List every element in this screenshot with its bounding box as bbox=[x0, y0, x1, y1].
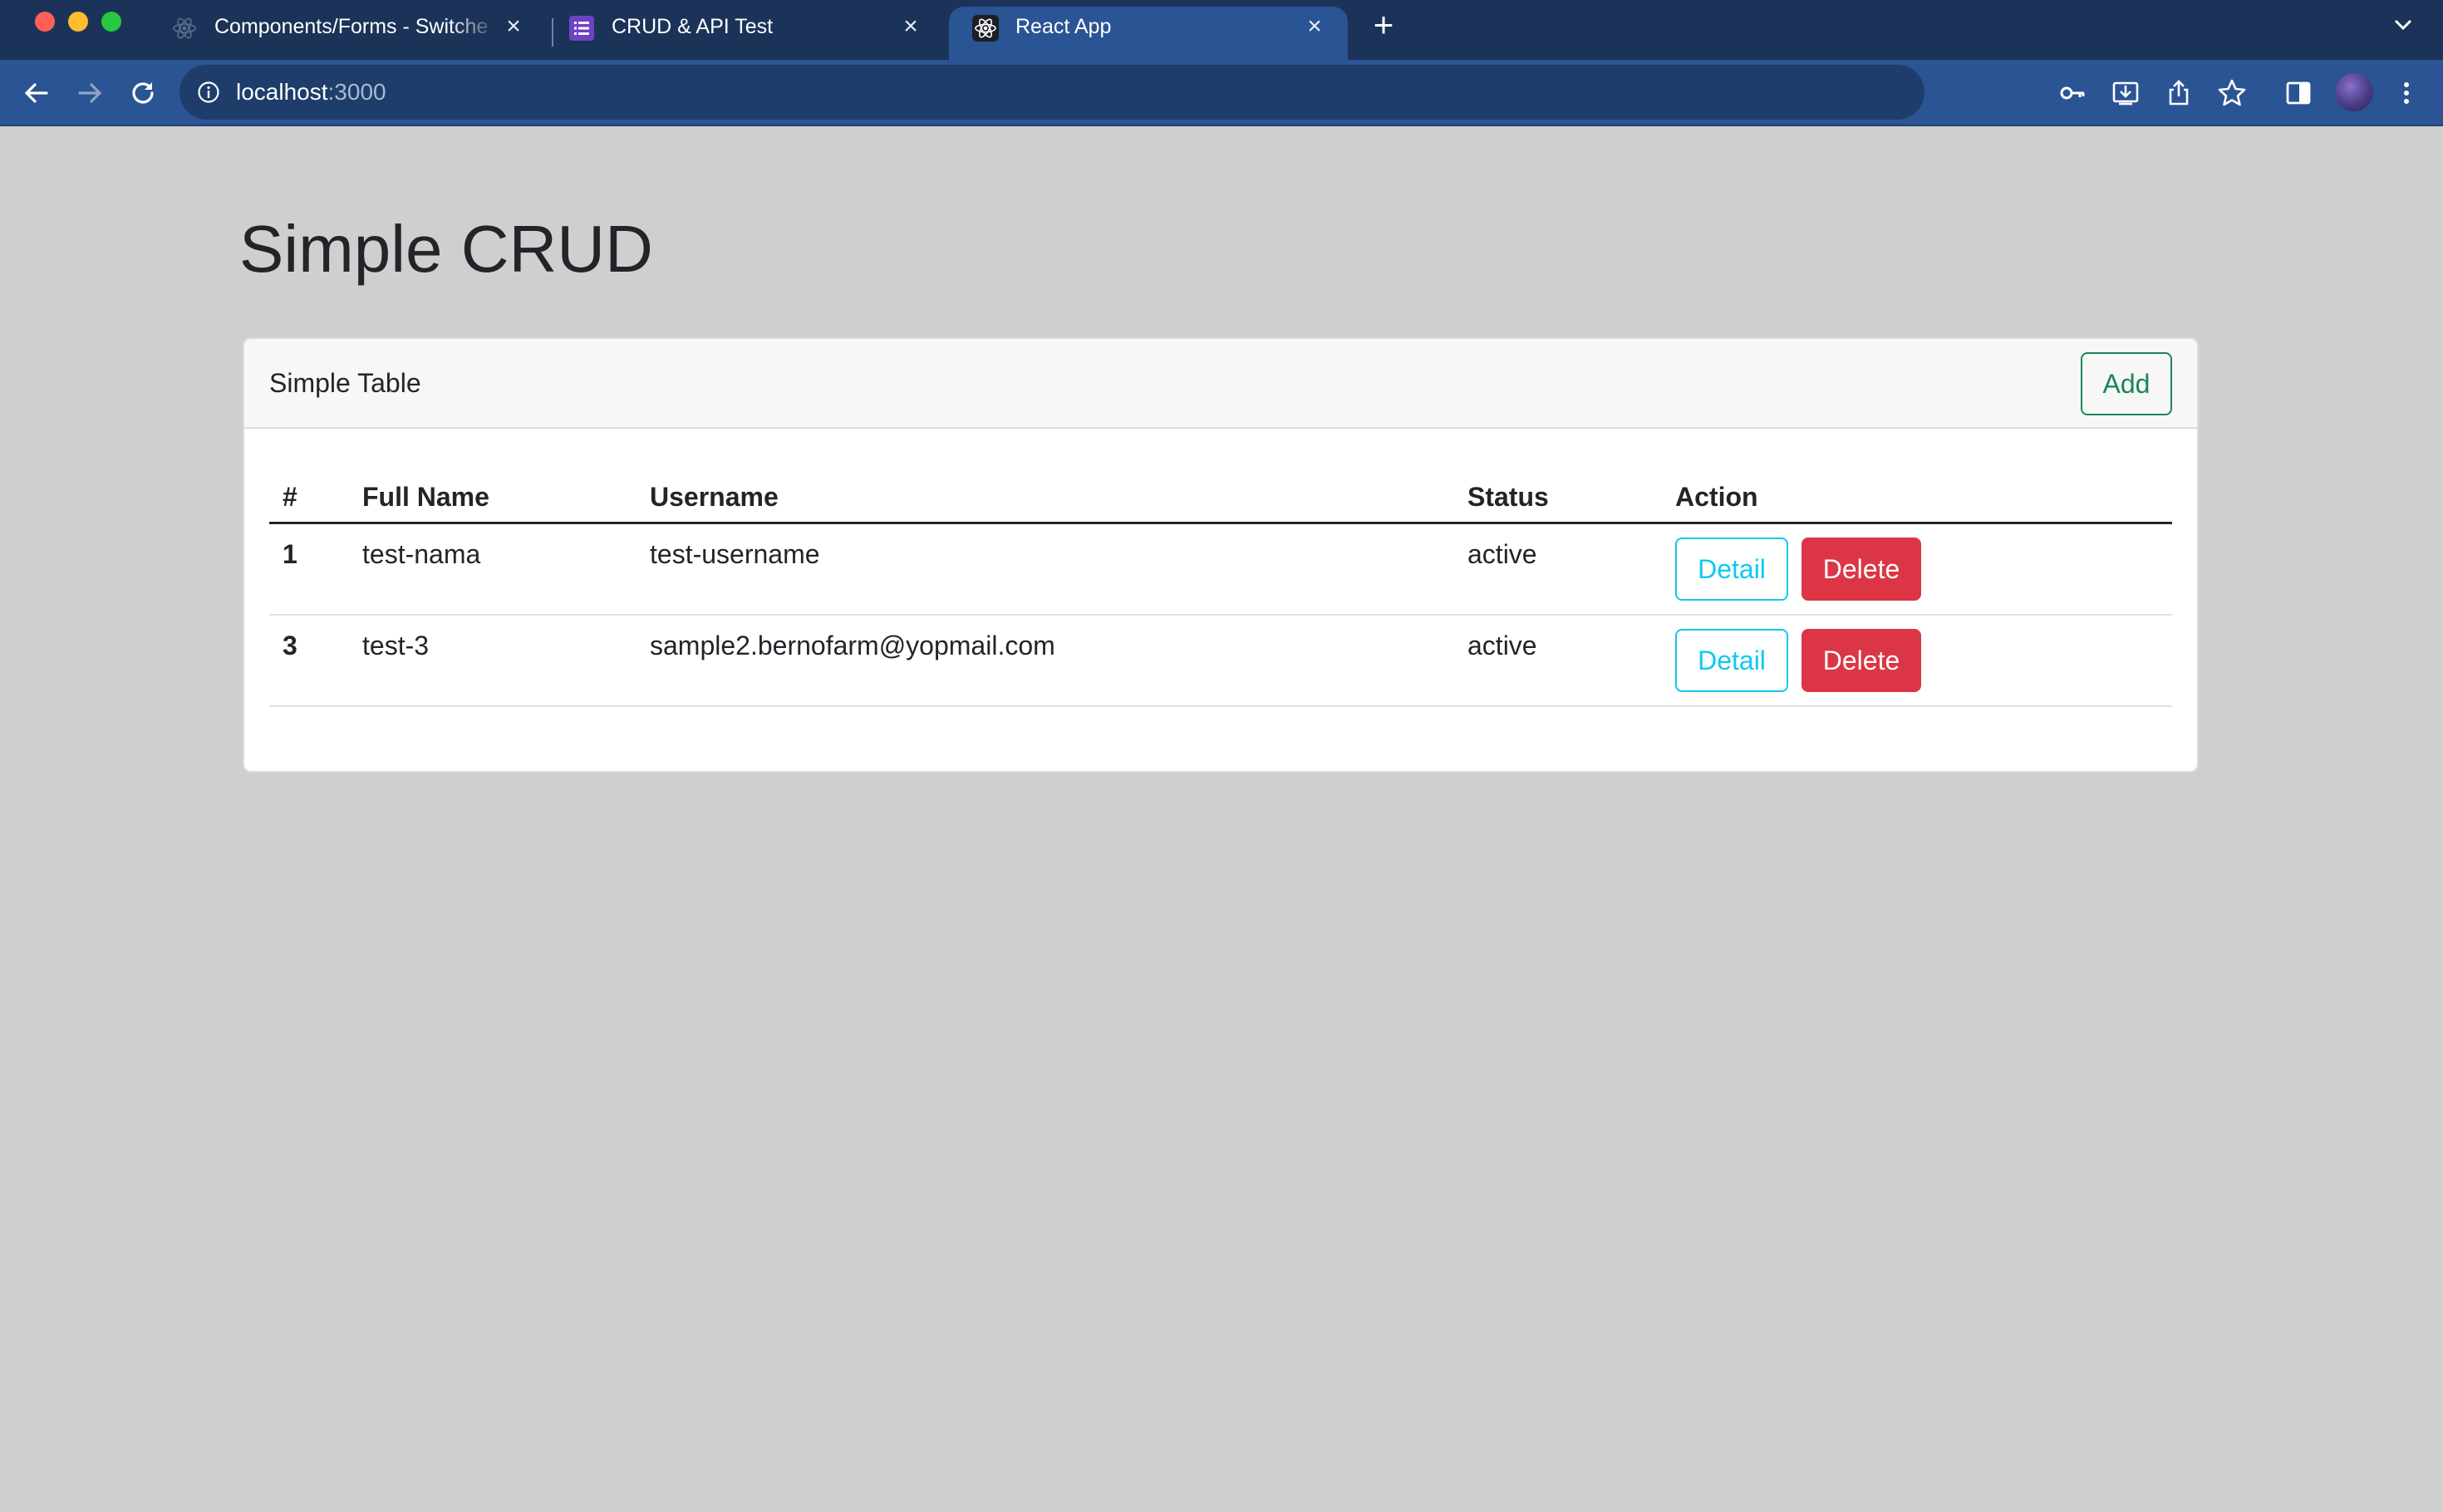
browser-tab-strip: Components/Forms - Switches × CRUD & API… bbox=[0, 0, 2443, 60]
row-username: test-username bbox=[637, 523, 1454, 616]
table-row: 1 test-nama test-username active Detail … bbox=[269, 523, 2172, 616]
url-host: localhost bbox=[236, 79, 328, 105]
toolbar-divider bbox=[0, 125, 2443, 126]
detail-button[interactable]: Detail bbox=[1675, 538, 1788, 601]
window-minimize-button[interactable] bbox=[68, 12, 88, 32]
browser-tab-crud-api-test[interactable]: CRUD & API Test × bbox=[545, 7, 944, 60]
window-zoom-button[interactable] bbox=[101, 12, 121, 32]
row-status: active bbox=[1454, 523, 1662, 616]
row-actions: Detail Delete bbox=[1662, 614, 2172, 707]
react-icon bbox=[972, 15, 999, 42]
column-header-username: Username bbox=[637, 472, 1454, 524]
detail-button[interactable]: Detail bbox=[1675, 628, 1788, 692]
share-icon[interactable] bbox=[2162, 76, 2195, 110]
column-header-action: Action bbox=[1662, 472, 2172, 524]
install-app-icon[interactable] bbox=[2109, 76, 2142, 110]
close-icon[interactable]: × bbox=[897, 13, 924, 40]
side-panel-icon[interactable] bbox=[2282, 76, 2315, 110]
row-id: 1 bbox=[269, 523, 349, 616]
tab-title: CRUD & API Test bbox=[612, 15, 774, 38]
card-title: Simple Table bbox=[269, 368, 421, 398]
tab-title: React App bbox=[1015, 15, 1112, 38]
row-action-group: Detail Delete bbox=[1675, 538, 2172, 606]
profile-avatar[interactable] bbox=[2335, 73, 2373, 111]
row-status: active bbox=[1454, 614, 1662, 707]
card-header: Simple Table Add bbox=[244, 339, 2197, 429]
row-full-name: test-3 bbox=[349, 614, 637, 707]
more-menu-icon[interactable] bbox=[2390, 76, 2423, 110]
url-port: :3000 bbox=[327, 79, 386, 105]
row-username: sample2.bernofarm@yopmail.com bbox=[637, 614, 1454, 707]
table-card: Simple Table Add # Full Name Username St… bbox=[243, 337, 2199, 773]
close-icon[interactable]: × bbox=[500, 13, 527, 40]
reload-icon[interactable] bbox=[123, 73, 163, 113]
info-icon[interactable] bbox=[196, 80, 221, 105]
browser-tab-react-app[interactable]: React App × bbox=[949, 7, 1348, 60]
table-row: 3 test-3 sample2.bernofarm@yopmail.com a… bbox=[269, 614, 2172, 707]
row-actions: Detail Delete bbox=[1662, 523, 2172, 616]
row-full-name: test-nama bbox=[349, 523, 637, 616]
delete-button[interactable]: Delete bbox=[1802, 628, 1921, 692]
react-icon bbox=[173, 17, 196, 39]
tab-title-fade bbox=[449, 0, 499, 40]
back-arrow-icon[interactable] bbox=[17, 73, 57, 113]
add-button[interactable]: Add bbox=[2081, 352, 2172, 415]
bookmark-star-icon[interactable] bbox=[2215, 76, 2249, 110]
row-id: 3 bbox=[269, 614, 349, 707]
column-header-status: Status bbox=[1454, 472, 1662, 524]
address-bar[interactable]: localhost:3000 bbox=[179, 65, 1924, 120]
new-tab-button[interactable]: + bbox=[1367, 7, 1400, 42]
window-close-button[interactable] bbox=[35, 12, 55, 32]
column-header-number: # bbox=[269, 472, 349, 524]
column-header-full-name: Full Name bbox=[349, 472, 637, 524]
tab-title: Components/Forms - Switches bbox=[214, 15, 489, 38]
users-table: # Full Name Username Status Action 1 tes… bbox=[269, 472, 2172, 707]
table-header-row: # Full Name Username Status Action bbox=[269, 472, 2172, 524]
page-title: Simple CRUD bbox=[239, 212, 653, 286]
address-url: localhost:3000 bbox=[236, 78, 386, 106]
close-icon[interactable]: × bbox=[1301, 13, 1328, 40]
key-icon[interactable] bbox=[2056, 76, 2089, 110]
browser-toolbar: localhost:3000 bbox=[0, 60, 2443, 126]
list-icon bbox=[569, 16, 594, 41]
row-action-group: Detail Delete bbox=[1675, 628, 2172, 697]
forward-arrow-icon[interactable] bbox=[70, 73, 110, 113]
delete-button[interactable]: Delete bbox=[1802, 538, 1921, 601]
chevron-down-icon[interactable] bbox=[2388, 10, 2418, 40]
